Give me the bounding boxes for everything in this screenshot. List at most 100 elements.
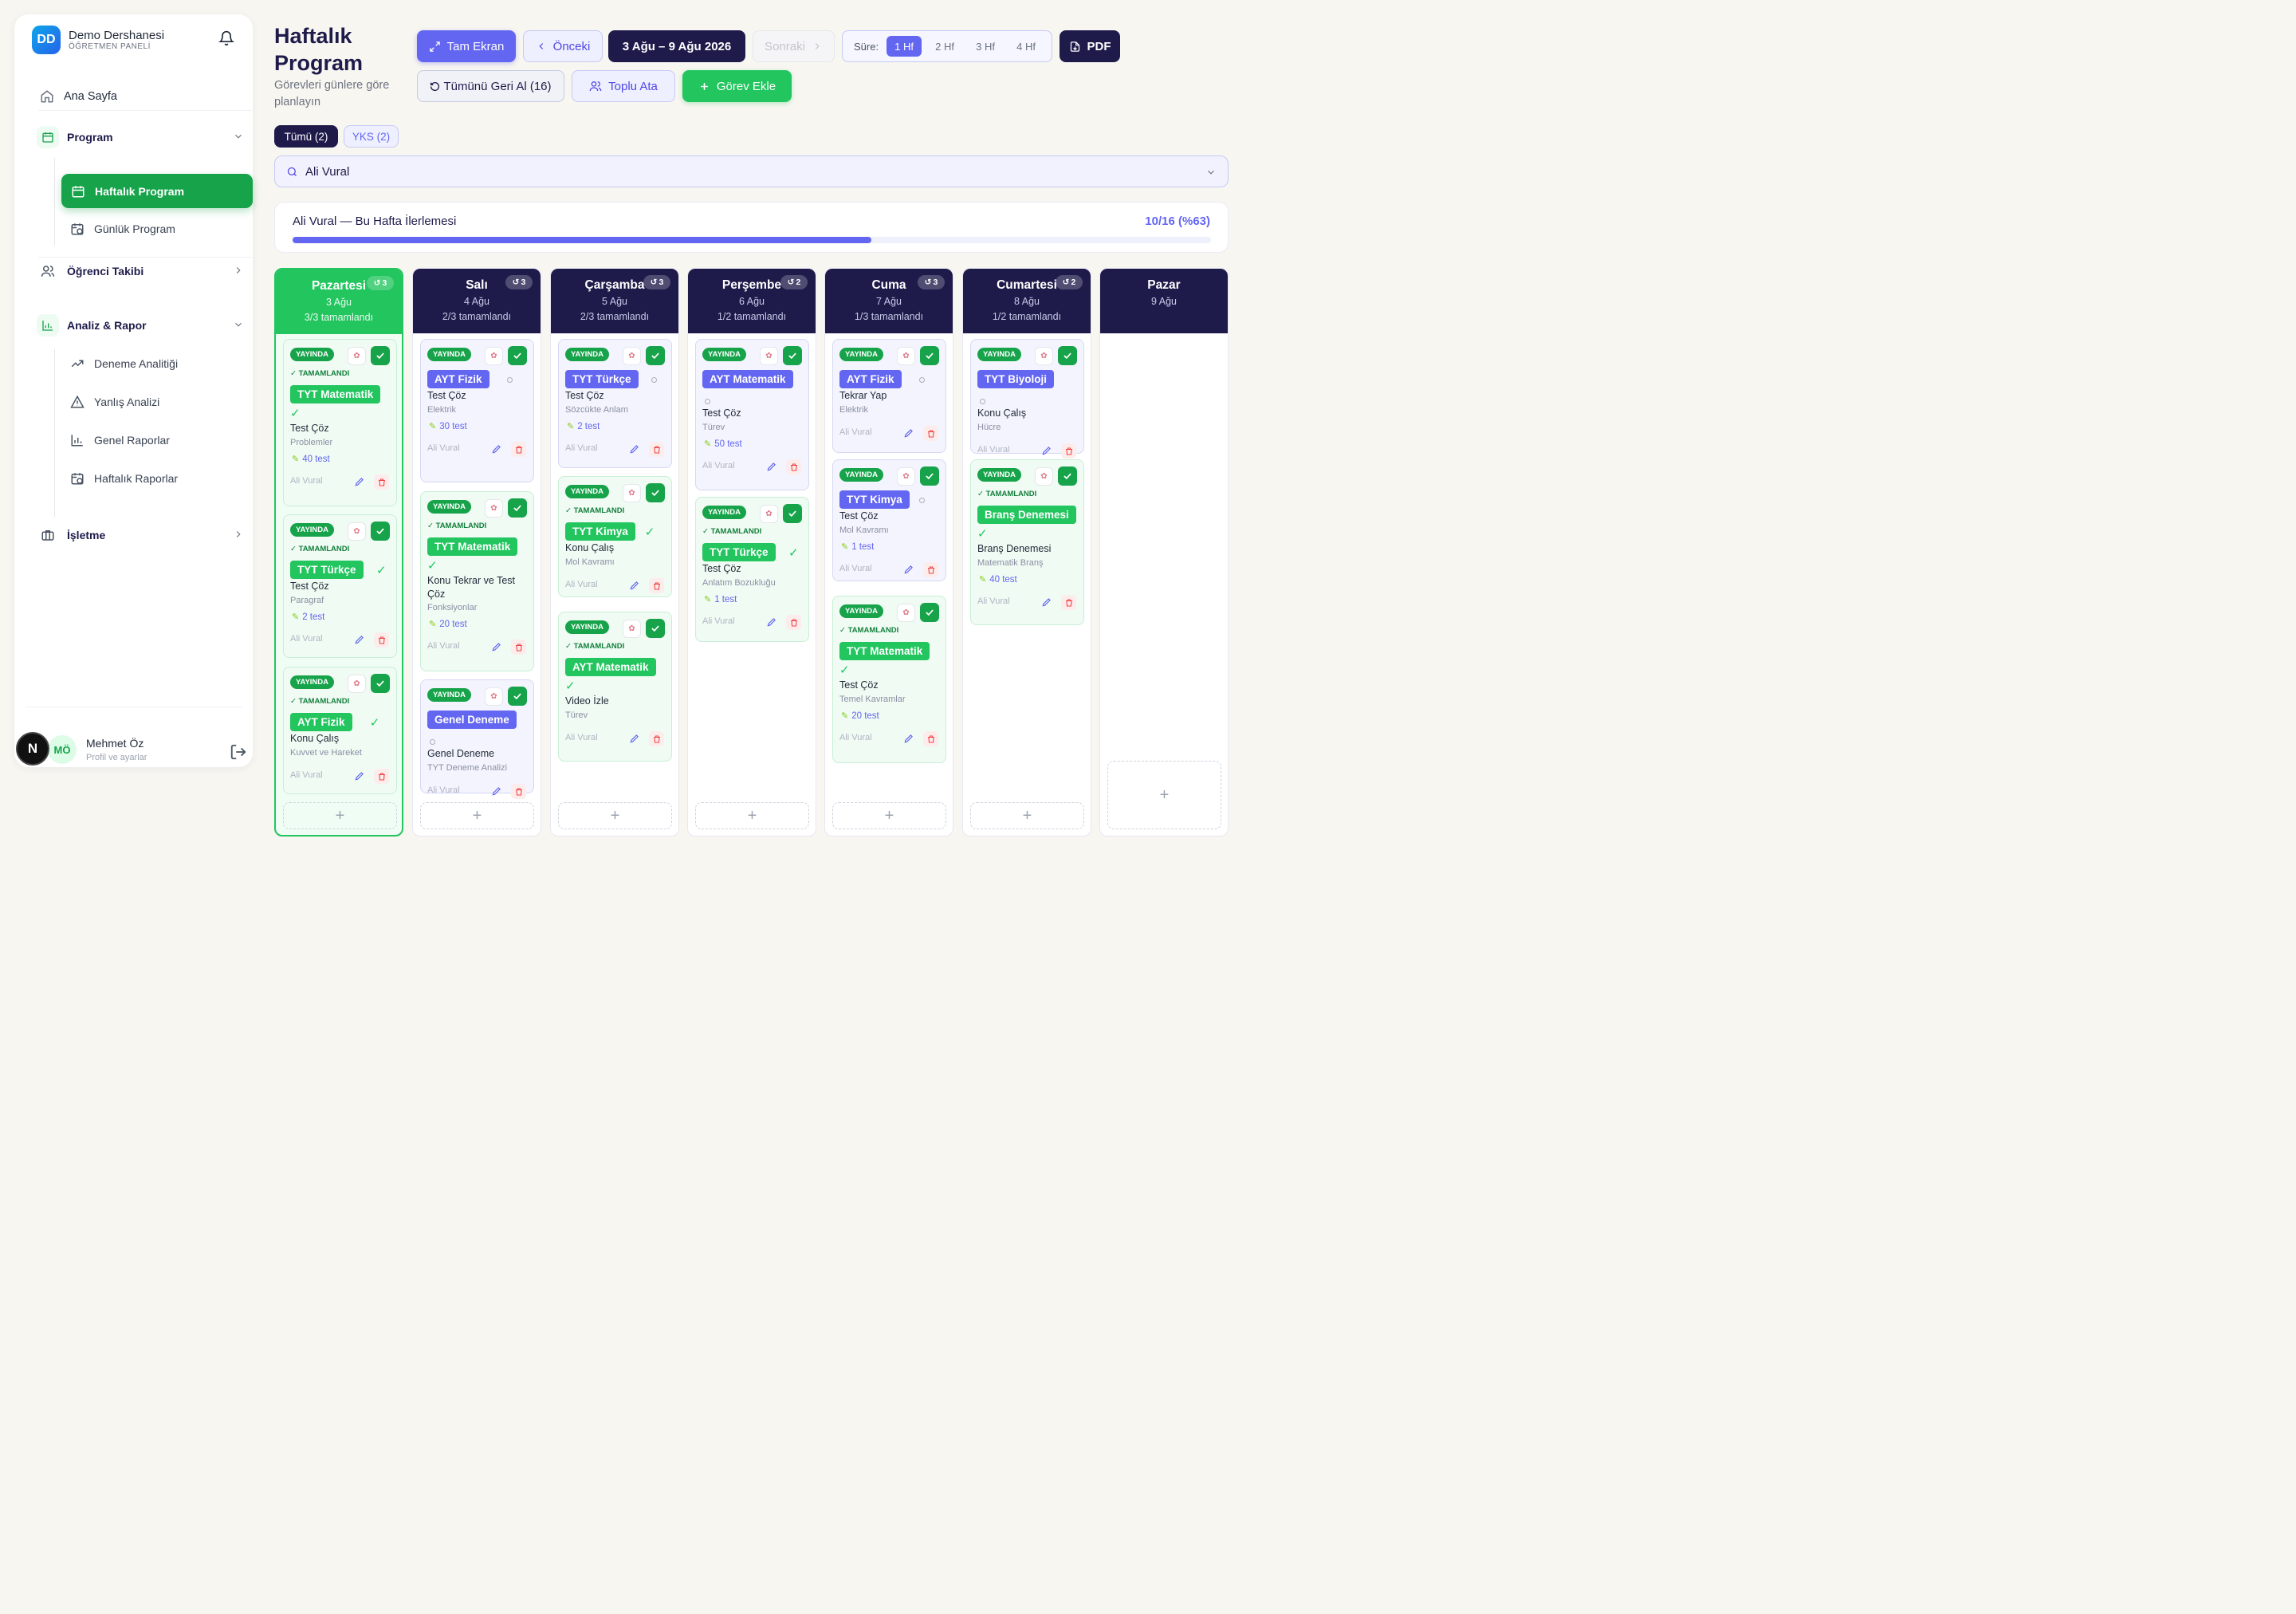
- add-task-slot[interactable]: +: [282, 801, 397, 829]
- task-card[interactable]: YAYINDA ✿ ✓ TAMAMLANDI TYT Matematik ✓ Konu…: [419, 490, 534, 671]
- delete-icon[interactable]: [922, 425, 938, 441]
- add-task-slot[interactable]: +: [1107, 760, 1221, 829]
- day-undo-button[interactable]: ↺ 3: [643, 274, 670, 289]
- edit-icon[interactable]: [354, 476, 367, 489]
- edit-icon[interactable]: [491, 443, 504, 456]
- edit-icon[interactable]: [903, 564, 916, 577]
- nav-daily-program[interactable]: Günlük Program: [57, 213, 249, 245]
- nav-exam-analytics[interactable]: Deneme Analitiği: [57, 348, 249, 380]
- delete-icon[interactable]: [922, 730, 938, 746]
- task-card[interactable]: YAYINDA ✿ TYT Türkçe Test Çöz Sözcükte Anl…: [557, 338, 672, 468]
- pdf-button[interactable]: PDF: [1059, 30, 1120, 62]
- edit-icon[interactable]: [766, 461, 779, 474]
- filter-yks[interactable]: YKS (2): [343, 124, 399, 148]
- user-profile[interactable]: MÖ Mehmet Öz Profil ve ayarlar: [30, 721, 246, 769]
- task-card[interactable]: YAYINDA ✿ Genel Deneme Genel Deneme TYT De…: [419, 679, 534, 799]
- brain-icon[interactable]: ✿: [896, 603, 915, 622]
- task-card[interactable]: YAYINDA ✿ AYT Matematik Test Çöz Türev ✎ 50 …: [694, 338, 809, 490]
- next-week-button[interactable]: Sonraki: [752, 30, 835, 62]
- add-task-slot[interactable]: +: [969, 801, 1084, 829]
- nav-section-business[interactable]: İşletme: [37, 521, 252, 549]
- brain-icon[interactable]: ✿: [896, 466, 915, 486]
- complete-checkbox[interactable]: [1057, 345, 1077, 365]
- task-card[interactable]: YAYINDA ✿ ✓ TAMAMLANDI TYT Matematik ✓ Test…: [282, 338, 397, 506]
- complete-checkbox[interactable]: [782, 345, 802, 365]
- edit-icon[interactable]: [629, 443, 642, 456]
- brain-icon[interactable]: ✿: [759, 504, 778, 523]
- delete-icon[interactable]: [922, 561, 938, 577]
- brain-icon[interactable]: ✿: [484, 346, 503, 365]
- task-card[interactable]: YAYINDA ✿ AYT Fizik Tekrar Yap Elektrik Ali…: [832, 338, 946, 453]
- fullscreen-button[interactable]: Tam Ekran: [416, 30, 516, 62]
- day-undo-button[interactable]: ↺ 2: [780, 274, 808, 289]
- brain-icon[interactable]: ✿: [347, 346, 366, 365]
- delete-icon[interactable]: [785, 614, 801, 630]
- duration-4w[interactable]: 4 Hf: [1008, 36, 1044, 57]
- prev-week-button[interactable]: Önceki: [522, 30, 603, 62]
- complete-checkbox[interactable]: [370, 521, 390, 541]
- student-select[interactable]: Ali Vural: [273, 155, 1229, 187]
- complete-checkbox[interactable]: [919, 602, 939, 622]
- delete-icon[interactable]: [785, 459, 801, 474]
- delete-icon[interactable]: [373, 768, 389, 784]
- add-task-slot[interactable]: +: [832, 801, 946, 829]
- complete-checkbox[interactable]: [645, 482, 665, 502]
- task-card[interactable]: YAYINDA ✿ TYT Biyoloji Konu Çalış Hücre Ali…: [969, 338, 1084, 459]
- complete-checkbox[interactable]: [370, 345, 390, 365]
- brain-icon[interactable]: ✿: [484, 687, 503, 706]
- nav-section-analysis[interactable]: Analiz & Rapor: [36, 311, 252, 340]
- complete-checkbox[interactable]: [507, 498, 527, 518]
- nav-mistakes[interactable]: Yanlış Analizi: [57, 386, 249, 418]
- nav-general-reports[interactable]: Genel Raporlar: [57, 424, 249, 456]
- edit-icon[interactable]: [354, 770, 367, 783]
- complete-checkbox[interactable]: [370, 673, 390, 693]
- day-undo-button[interactable]: ↺ 3: [917, 274, 945, 289]
- task-card[interactable]: YAYINDA ✿ ✓ TAMAMLANDI TYT Türkçe ✓ Test Çö…: [282, 514, 397, 658]
- delete-icon[interactable]: [1060, 443, 1076, 459]
- brain-icon[interactable]: ✿: [896, 346, 915, 365]
- nav-section-program[interactable]: Program: [36, 123, 252, 152]
- brain-icon[interactable]: ✿: [759, 346, 778, 365]
- brain-icon[interactable]: ✿: [622, 346, 641, 365]
- edit-icon[interactable]: [1041, 445, 1054, 458]
- task-card[interactable]: YAYINDA ✿ ✓ TAMAMLANDI TYT Türkçe ✓ Test Çö…: [694, 496, 809, 642]
- complete-checkbox[interactable]: [919, 345, 939, 365]
- complete-checkbox[interactable]: [507, 345, 527, 365]
- delete-icon[interactable]: [648, 441, 664, 457]
- duration-3w[interactable]: 3 Hf: [968, 36, 1003, 57]
- complete-checkbox[interactable]: [645, 618, 665, 638]
- day-undo-button[interactable]: ↺ 2: [1055, 274, 1083, 289]
- delete-icon[interactable]: [510, 441, 526, 457]
- edit-icon[interactable]: [354, 634, 367, 647]
- nav-section-tracking[interactable]: Öğrenci Takibi: [37, 257, 252, 285]
- brain-icon[interactable]: ✿: [347, 522, 366, 541]
- task-card[interactable]: YAYINDA ✿ ✓ TAMAMLANDI AYT Matematik ✓ Vide…: [557, 611, 672, 762]
- bulk-assign-button[interactable]: Toplu Ata: [571, 69, 675, 102]
- complete-checkbox[interactable]: [919, 466, 939, 486]
- brand[interactable]: DD Demo Dershanesi ÖĞRETMEN PANELİ: [31, 25, 164, 54]
- delete-icon[interactable]: [1060, 594, 1076, 610]
- task-card[interactable]: YAYINDA ✿ ✓ TAMAMLANDI AYT Fizik ✓ Konu Çal…: [282, 666, 397, 794]
- add-task-slot[interactable]: +: [557, 801, 672, 829]
- nav-home[interactable]: Ana Sayfa: [38, 88, 277, 105]
- add-task-button[interactable]: Görev Ekle: [682, 69, 792, 102]
- duration-2w[interactable]: 2 Hf: [927, 36, 962, 57]
- complete-checkbox[interactable]: [645, 345, 665, 365]
- delete-icon[interactable]: [648, 730, 664, 746]
- brain-icon[interactable]: ✿: [622, 619, 641, 638]
- brain-icon[interactable]: ✿: [1034, 346, 1053, 365]
- undo-all-button[interactable]: Tümünü Geri Al (16): [416, 69, 564, 102]
- brain-icon[interactable]: ✿: [1034, 466, 1053, 486]
- brain-icon[interactable]: ✿: [347, 674, 366, 693]
- add-task-slot[interactable]: +: [419, 801, 534, 829]
- nav-weekly-program[interactable]: Haftalık Program: [61, 173, 253, 208]
- edit-icon[interactable]: [903, 427, 916, 440]
- task-card[interactable]: YAYINDA ✿ TYT Kimya Test Çöz Mol Kavramı ✎ 1…: [832, 459, 946, 581]
- delete-icon[interactable]: [373, 632, 389, 648]
- dev-overlay-badge[interactable]: N: [15, 731, 49, 766]
- edit-icon[interactable]: [766, 616, 779, 629]
- edit-icon[interactable]: [629, 733, 642, 746]
- day-undo-button[interactable]: ↺ 3: [366, 275, 394, 290]
- nav-weekly-reports[interactable]: Haftalık Raporlar: [57, 463, 249, 494]
- delete-icon[interactable]: [373, 474, 389, 490]
